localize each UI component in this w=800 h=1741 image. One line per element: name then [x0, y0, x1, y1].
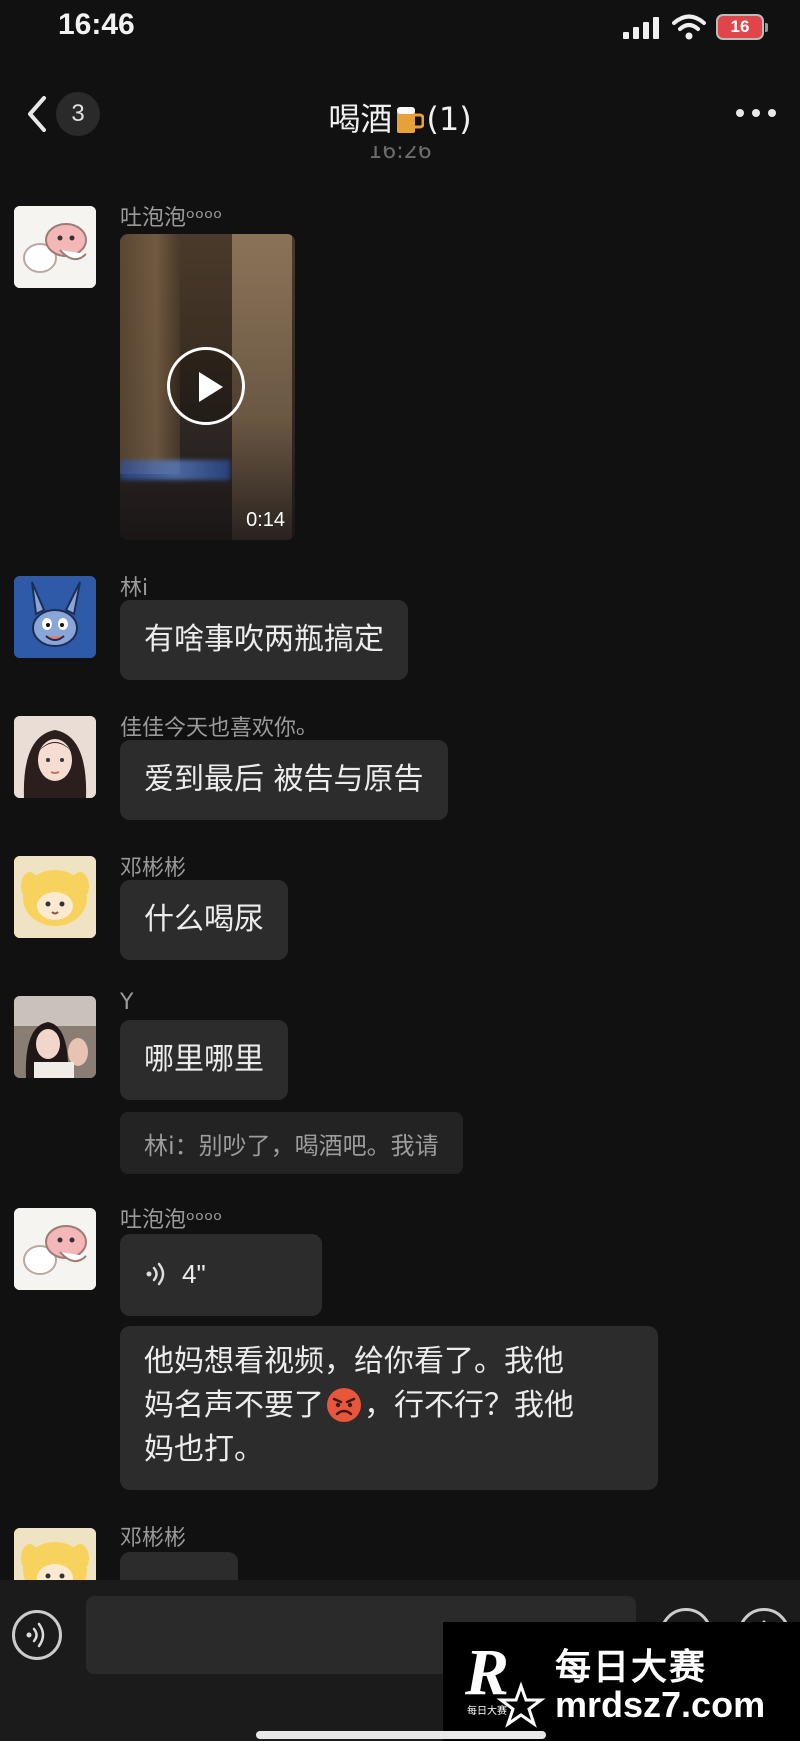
sender-name: 佳佳今天也喜欢你ₒ [120, 716, 306, 741]
text-message[interactable]: 有啥事吹两瓶搞定 [120, 600, 408, 680]
avatar-girl-photo-icon [14, 716, 96, 798]
avatar-rabbit-icon [14, 576, 96, 658]
play-icon[interactable] [167, 347, 245, 425]
text-message-segment: 妈名声不要了 [144, 1388, 324, 1423]
more-icon[interactable] [734, 106, 778, 120]
video-thumbnail-curtain [120, 234, 180, 474]
voice-message[interactable]: 4" [120, 1234, 322, 1316]
watermark-title: 每日大赛 [555, 1647, 708, 1688]
sender-name: 邓彬彬 [120, 1526, 187, 1551]
text-message-line: 妈名声不要了 ，行不行？我他 [144, 1384, 634, 1428]
avatar[interactable] [14, 206, 96, 288]
chat-title: 喝酒 (1) [0, 94, 800, 140]
chat-screen: 16:46 16 3 喝酒 (1) 16:26 吐泡泡ᵒᵒᵒᵒ 0:14 林i … [0, 0, 800, 1741]
text-message[interactable]: 爱到最后 被告与原告 [120, 740, 448, 820]
wifi-icon [672, 14, 706, 40]
text-message-line: 妈也打。 [144, 1432, 264, 1467]
video-thumbnail-light [120, 460, 230, 480]
sender-name: 邓彬彬 [120, 856, 187, 881]
quoted-message[interactable]: 林i：别吵了，喝酒吧。我请 [120, 1112, 463, 1174]
avatar-cartoon-icon [14, 206, 96, 288]
sender-name: Y [120, 990, 134, 1015]
avatar[interactable] [14, 1528, 96, 1580]
status-bar: 16:46 16 [0, 0, 800, 60]
home-indicator [256, 1731, 546, 1739]
text-message[interactable]: 什么喝尿 [120, 880, 288, 960]
sender-name: 吐泡泡ᵒᵒᵒᵒ [120, 206, 223, 231]
avatar-photo-icon [14, 996, 96, 1078]
voice-wave-icon [146, 1262, 165, 1286]
nav-bar: 3 喝酒 (1) [0, 78, 800, 150]
voice-input-button[interactable] [12, 1610, 62, 1660]
status-time: 16:46 [58, 8, 135, 41]
text-message[interactable]: 哪里哪里 [120, 1020, 288, 1100]
signal-icon [623, 17, 659, 39]
angry-face-icon [327, 1388, 361, 1422]
avatar[interactable] [14, 576, 96, 658]
avatar[interactable] [14, 1208, 96, 1290]
chat-member-count: (1) [426, 100, 472, 138]
text-message-line: 他妈想看视频，给你看了。我他 [144, 1344, 564, 1379]
video-duration: 0:14 [246, 509, 285, 531]
avatar-yellow-character-icon [14, 1528, 96, 1580]
chat-title-text: 喝酒 [328, 100, 393, 138]
battery-level: 16 [730, 17, 750, 36]
battery-icon: 16 [716, 14, 768, 40]
sender-name: 吐泡泡ᵒᵒᵒᵒ [120, 1208, 223, 1233]
message-timestamp: 16:26 [368, 146, 432, 162]
text-message-segment: ，行不行？我他 [364, 1388, 574, 1423]
avatar[interactable] [14, 996, 96, 1078]
video-message[interactable]: 0:14 [120, 234, 295, 540]
avatar[interactable] [14, 856, 96, 938]
svg-text:R: R [464, 1636, 509, 1709]
avatar-cartoon-icon [14, 1208, 96, 1290]
text-message[interactable] [120, 1552, 238, 1580]
avatar-yellow-character-icon [14, 856, 96, 938]
text-message[interactable]: 他妈想看视频，给你看了。我他 妈名声不要了 ，行不行？我他 妈也打。 [120, 1326, 658, 1490]
avatar[interactable] [14, 716, 96, 798]
watermark-url: mrdsz7.com [555, 1684, 766, 1725]
sender-name: 林i [120, 576, 149, 601]
beer-icon [397, 107, 425, 133]
watermark-logo: R 每日大赛 [464, 1636, 546, 1728]
watermark: R 每日大赛 每日大赛 mrdsz7.com [443, 1622, 800, 1741]
voice-wave-icon [26, 1622, 45, 1648]
svg-text:每日大赛: 每日大赛 [467, 1704, 507, 1717]
voice-duration: 4" [182, 1259, 206, 1289]
